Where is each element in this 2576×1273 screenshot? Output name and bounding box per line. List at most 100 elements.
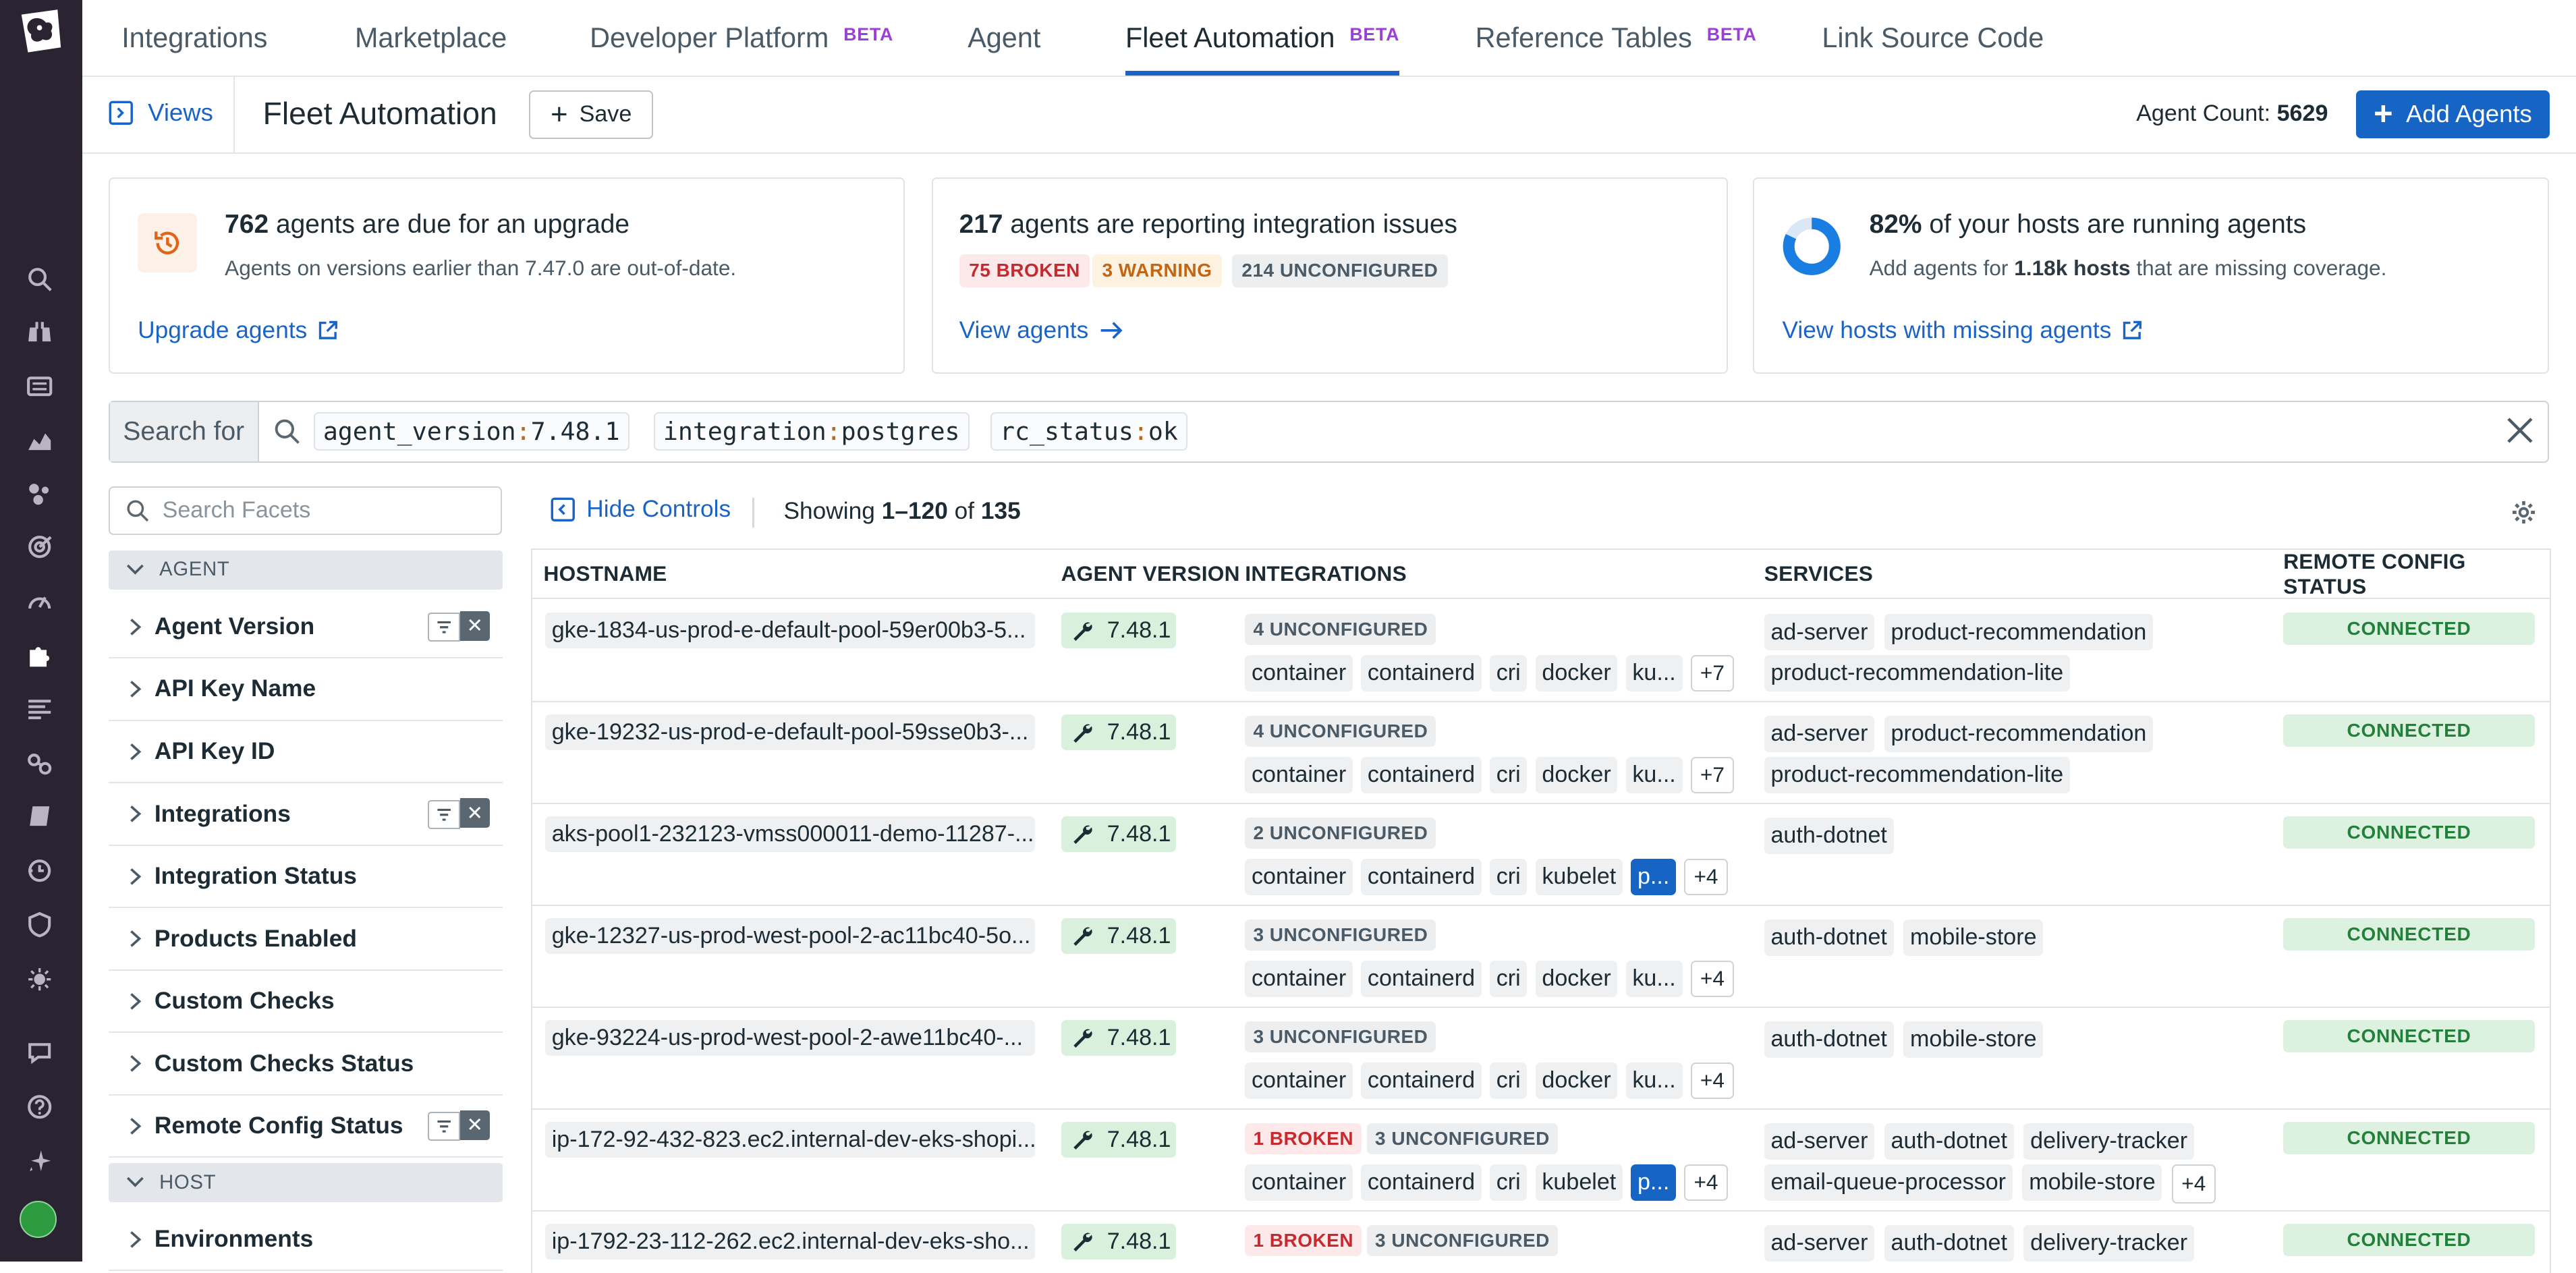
service-tag[interactable]: product-recommendation-lite	[1764, 655, 2070, 691]
integration-tag[interactable]: docker	[1535, 655, 1618, 691]
hostname-cell[interactable]: gke-1834-us-prod-e-default-pool-59er00b3…	[544, 612, 1035, 649]
facet-agent-version[interactable]: Agent Version ✕	[108, 596, 503, 658]
integration-tag[interactable]: containerd	[1361, 859, 1482, 895]
column-header-agent-version[interactable]: AGENT VERSION	[1061, 550, 1240, 598]
column-header-services[interactable]: SERVICES	[1764, 550, 1873, 598]
more-integrations-button[interactable]: +4	[1684, 1164, 1728, 1201]
integration-tag[interactable]: container	[1245, 1164, 1353, 1201]
search-chip-integration[interactable]: integration: postgres	[653, 412, 970, 451]
table-row[interactable]: ip-172-92-432-823.ec2.internal-dev-eks-s…	[532, 1108, 2550, 1212]
table-row[interactable]: gke-19232-us-prod-e-default-pool-59sse0b…	[532, 701, 2550, 805]
integration-tag[interactable]: container	[1245, 859, 1353, 895]
clear-facet-icon[interactable]: ✕	[459, 798, 490, 828]
service-tag[interactable]: mobile-store	[1903, 920, 2044, 956]
shield-icon[interactable]	[23, 909, 56, 942]
integration-tag[interactable]: ku...	[1625, 655, 1683, 691]
datadog-logo-icon[interactable]	[15, 5, 67, 57]
target-icon[interactable]	[23, 531, 56, 564]
search-chip-agent-version[interactable]: agent_version:7.48.1	[313, 412, 629, 451]
service-tag[interactable]: product-recommendation-lite	[1764, 757, 2070, 793]
book-icon[interactable]	[23, 800, 56, 833]
clear-search-icon[interactable]	[2505, 416, 2535, 445]
add-agents-button[interactable]: + Add Agents	[2355, 90, 2550, 138]
help-icon[interactable]	[23, 1091, 56, 1124]
integration-tag[interactable]: ku...	[1625, 961, 1683, 997]
integration-tag[interactable]: ku...	[1625, 1062, 1683, 1099]
integration-tag[interactable]: container	[1245, 961, 1353, 997]
facet-products-enabled[interactable]: Products Enabled	[108, 909, 503, 971]
filter-icon[interactable]	[427, 799, 460, 829]
integration-tag[interactable]: container	[1245, 1062, 1353, 1099]
more-integrations-button[interactable]: +4	[1684, 859, 1728, 895]
column-header-hostname[interactable]: HOSTNAME	[544, 550, 667, 598]
integration-tag[interactable]: container	[1245, 655, 1353, 691]
tab-marketplace[interactable]: Marketplace	[355, 0, 507, 76]
facet-integrations[interactable]: Integrations ✕	[108, 783, 503, 846]
service-tag[interactable]: product-recommendation	[1884, 614, 2154, 650]
filter-icon[interactable]	[427, 613, 460, 642]
table-row[interactable]: gke-12327-us-prod-west-pool-2-ac11bc40-5…	[532, 905, 2550, 1009]
binoculars-icon[interactable]	[23, 316, 56, 349]
integration-tag[interactable]: cri	[1490, 859, 1528, 895]
upgrade-agents-link[interactable]: Upgrade agents	[138, 317, 338, 344]
integration-tag[interactable]: cri	[1490, 757, 1528, 793]
tab-integrations[interactable]: Integrations	[121, 0, 267, 76]
integration-tag[interactable]: docker	[1535, 961, 1618, 997]
more-integrations-button[interactable]: +4	[1690, 1062, 1735, 1099]
filter-icon[interactable]	[427, 1112, 460, 1141]
list-icon[interactable]	[23, 370, 56, 403]
integration-tag[interactable]: docker	[1535, 1062, 1618, 1099]
hostname-cell[interactable]: gke-93224-us-prod-west-pool-2-awe11bc40-…	[544, 1019, 1035, 1056]
link-icon[interactable]	[23, 747, 56, 781]
service-tag[interactable]: auth-dotnet	[1884, 1123, 2014, 1160]
sparkle-icon[interactable]	[23, 1145, 56, 1178]
hostname-cell[interactable]: ip-172-92-432-823.ec2.internal-dev-eks-s…	[544, 1121, 1035, 1158]
tab-link-source-code[interactable]: Link Source Code	[1822, 0, 2044, 76]
hostname-cell[interactable]: ip-1792-23-112-262.ec2.internal-dev-eks-…	[544, 1223, 1035, 1260]
table-row[interactable]: gke-93224-us-prod-west-pool-2-awe11bc40-…	[532, 1007, 2550, 1110]
more-services-button[interactable]: +4	[2172, 1164, 2216, 1204]
facet-group-host[interactable]: HOST	[108, 1162, 503, 1203]
service-tag[interactable]: email-queue-processor	[1764, 1164, 2013, 1201]
integration-tag[interactable]: cri	[1490, 655, 1528, 691]
hostname-cell[interactable]: gke-12327-us-prod-west-pool-2-ac11bc40-5…	[544, 917, 1035, 955]
tab-agent[interactable]: Agent	[968, 0, 1040, 76]
integration-tag[interactable]: containerd	[1361, 1062, 1482, 1099]
hide-controls-button[interactable]: Hide Controls	[551, 496, 731, 523]
integration-tag[interactable]: ku...	[1625, 757, 1683, 793]
views-button[interactable]: Views	[109, 98, 213, 127]
bubbles-icon[interactable]	[23, 478, 56, 511]
integration-tag[interactable]: p...	[1631, 1164, 1677, 1201]
column-header-remote-config-status[interactable]: REMOTE CONFIG STATUS	[2283, 550, 2549, 598]
service-tag[interactable]: mobile-store	[1903, 1021, 2044, 1058]
integration-tag[interactable]: containerd	[1361, 757, 1482, 793]
service-tag[interactable]: ad-server	[1764, 1225, 1875, 1262]
facet-custom-checks-status[interactable]: Custom Checks Status	[108, 1034, 503, 1096]
tab-developer-platform[interactable]: Developer Platform BETA	[590, 0, 893, 76]
integration-tag[interactable]: containerd	[1361, 961, 1482, 997]
service-tag[interactable]: delivery-tracker	[2023, 1225, 2194, 1262]
table-row[interactable]: ip-1792-23-112-262.ec2.internal-dev-eks-…	[532, 1210, 2550, 1273]
integration-tag[interactable]: p...	[1631, 859, 1677, 895]
service-tag[interactable]: delivery-tracker	[2023, 1123, 2194, 1160]
service-tag[interactable]: mobile-store	[2022, 1164, 2162, 1201]
facet-custom-checks[interactable]: Custom Checks	[108, 971, 503, 1034]
integration-tag[interactable]: cri	[1490, 1062, 1528, 1099]
chart-icon[interactable]	[23, 424, 56, 457]
integration-tag[interactable]: kubelet	[1535, 1164, 1623, 1201]
facet-remote-config-status[interactable]: Remote Config Status ✕	[108, 1096, 503, 1158]
column-header-integrations[interactable]: INTEGRATIONS	[1245, 550, 1407, 598]
service-tag[interactable]: ad-server	[1764, 1123, 1875, 1160]
hostname-cell[interactable]: aks-pool1-232123-vmss000011-demo-11287-.…	[544, 816, 1035, 853]
more-integrations-button[interactable]: +7	[1690, 655, 1735, 691]
integration-tag[interactable]: cri	[1490, 1164, 1528, 1201]
facet-environments[interactable]: Environments	[108, 1209, 503, 1272]
logs-icon[interactable]	[23, 694, 56, 727]
gear-icon[interactable]	[2511, 499, 2537, 526]
integration-tag[interactable]: containerd	[1361, 655, 1482, 691]
clear-facet-icon[interactable]: ✕	[459, 1110, 490, 1140]
facet-group-agent[interactable]: AGENT	[108, 550, 503, 590]
view-missing-hosts-link[interactable]: View hosts with missing agents	[1783, 317, 2143, 344]
hostname-cell[interactable]: gke-19232-us-prod-e-default-pool-59sse0b…	[544, 714, 1035, 751]
facet-api-key-name[interactable]: API Key Name	[108, 658, 503, 721]
